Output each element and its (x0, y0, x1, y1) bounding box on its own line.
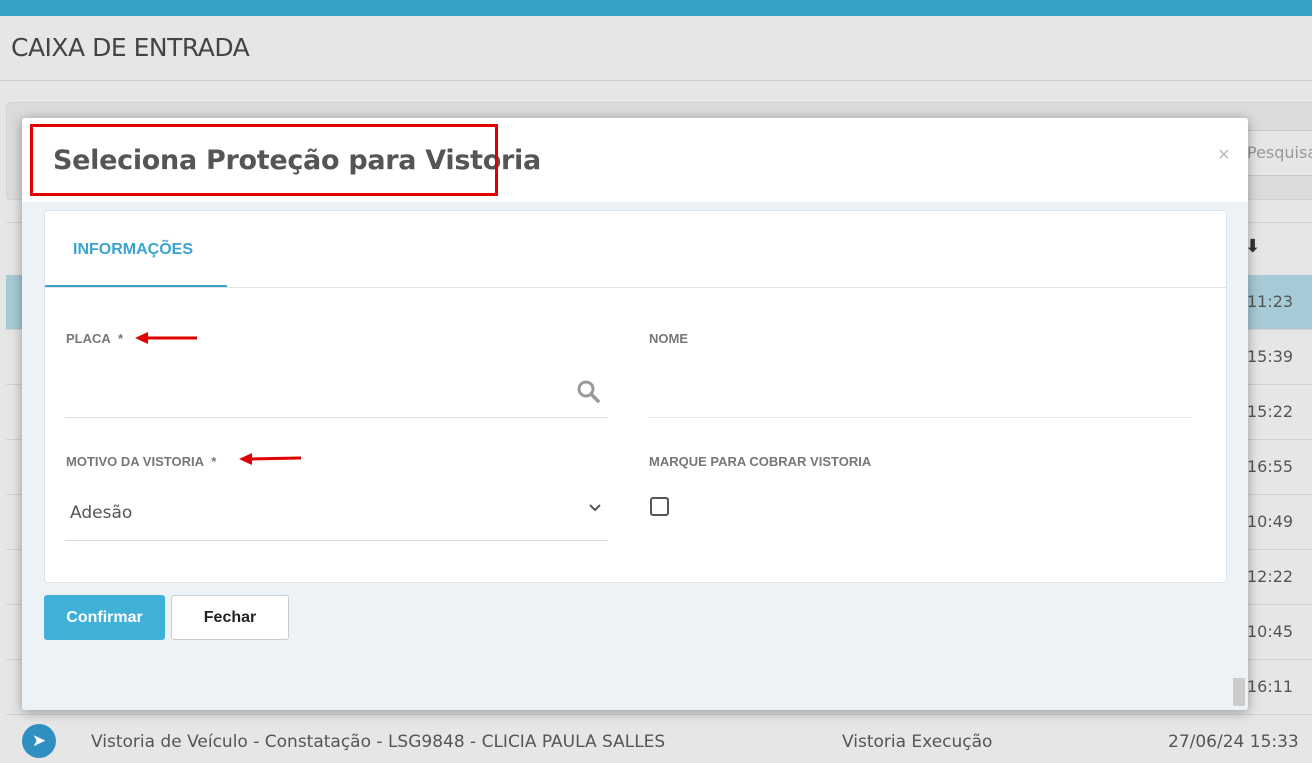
row-description: Vistoria de Veículo - Constatação - LSG9… (91, 732, 666, 752)
motivo-select[interactable]: Adesão (65, 481, 608, 539)
cobrar-checkbox[interactable] (650, 497, 669, 516)
select-protection-modal: Seleciona Proteção para Vistoria × INFOR… (22, 118, 1248, 710)
close-icon[interactable]: × (1218, 144, 1230, 167)
placa-label: PLACA * (66, 331, 123, 346)
nome-input[interactable] (648, 361, 1191, 417)
cobrar-label: MARQUE PARA COBRAR VISTORIA (649, 454, 872, 469)
nome-label: NOME (649, 331, 688, 346)
close-button[interactable]: Fechar (171, 595, 289, 640)
motivo-selected-value: Adesão (70, 503, 133, 523)
row-datetime: 27/06/24 15:33 (1168, 732, 1299, 752)
confirm-button[interactable]: Confirmar (44, 595, 165, 640)
row-time: 15:22 (1247, 402, 1294, 421)
resize-handle[interactable] (1233, 678, 1245, 706)
row-divider (6, 714, 1312, 715)
required-mark: * (211, 454, 217, 469)
placa-label-text: PLACA (66, 331, 111, 346)
row-time: 12:22 (1247, 567, 1294, 586)
tab-bar: INFORMAÇÕES (45, 211, 1226, 288)
table-row[interactable]: ➤ Vistoria de Veículo - Constatação - LS… (0, 720, 1312, 758)
nome-input-underline (648, 417, 1191, 418)
motivo-label: MOTIVO DA VISTORIA * (66, 454, 216, 469)
form-card: INFORMAÇÕES PLACA * NOME MOTIVO DA VISTO… (44, 210, 1227, 583)
tab-informacoes[interactable]: INFORMAÇÕES (73, 241, 193, 259)
header-divider (0, 80, 1312, 81)
placa-input-underline (65, 417, 608, 418)
modal-header: Seleciona Proteção para Vistoria × (22, 118, 1248, 202)
motivo-label-text: MOTIVO DA VISTORIA (66, 454, 204, 469)
active-tab-indicator (45, 285, 227, 287)
row-time: 11:23 (1247, 292, 1294, 311)
annotation-arrow-icon (239, 453, 302, 465)
motivo-select-underline (65, 540, 608, 541)
background-search-input[interactable]: Pesquisa (1240, 130, 1312, 176)
row-time: 10:49 (1247, 512, 1294, 531)
row-time: 16:55 (1247, 457, 1294, 476)
row-time: 10:45 (1247, 622, 1294, 641)
annotation-highlight-box (30, 124, 498, 196)
page-title: CAIXA DE ENTRADA (11, 33, 250, 62)
row-status: Vistoria Execução (842, 732, 993, 752)
required-mark: * (118, 331, 124, 346)
chevron-down-icon (589, 504, 601, 512)
placa-input[interactable] (65, 361, 608, 417)
top-bar (0, 0, 1312, 16)
annotation-arrow-icon (135, 332, 197, 344)
row-time: 15:39 (1247, 347, 1294, 366)
search-placeholder: Pesquisa (1247, 143, 1312, 162)
search-icon[interactable] (576, 379, 600, 403)
row-time: 16:11 (1247, 677, 1294, 696)
